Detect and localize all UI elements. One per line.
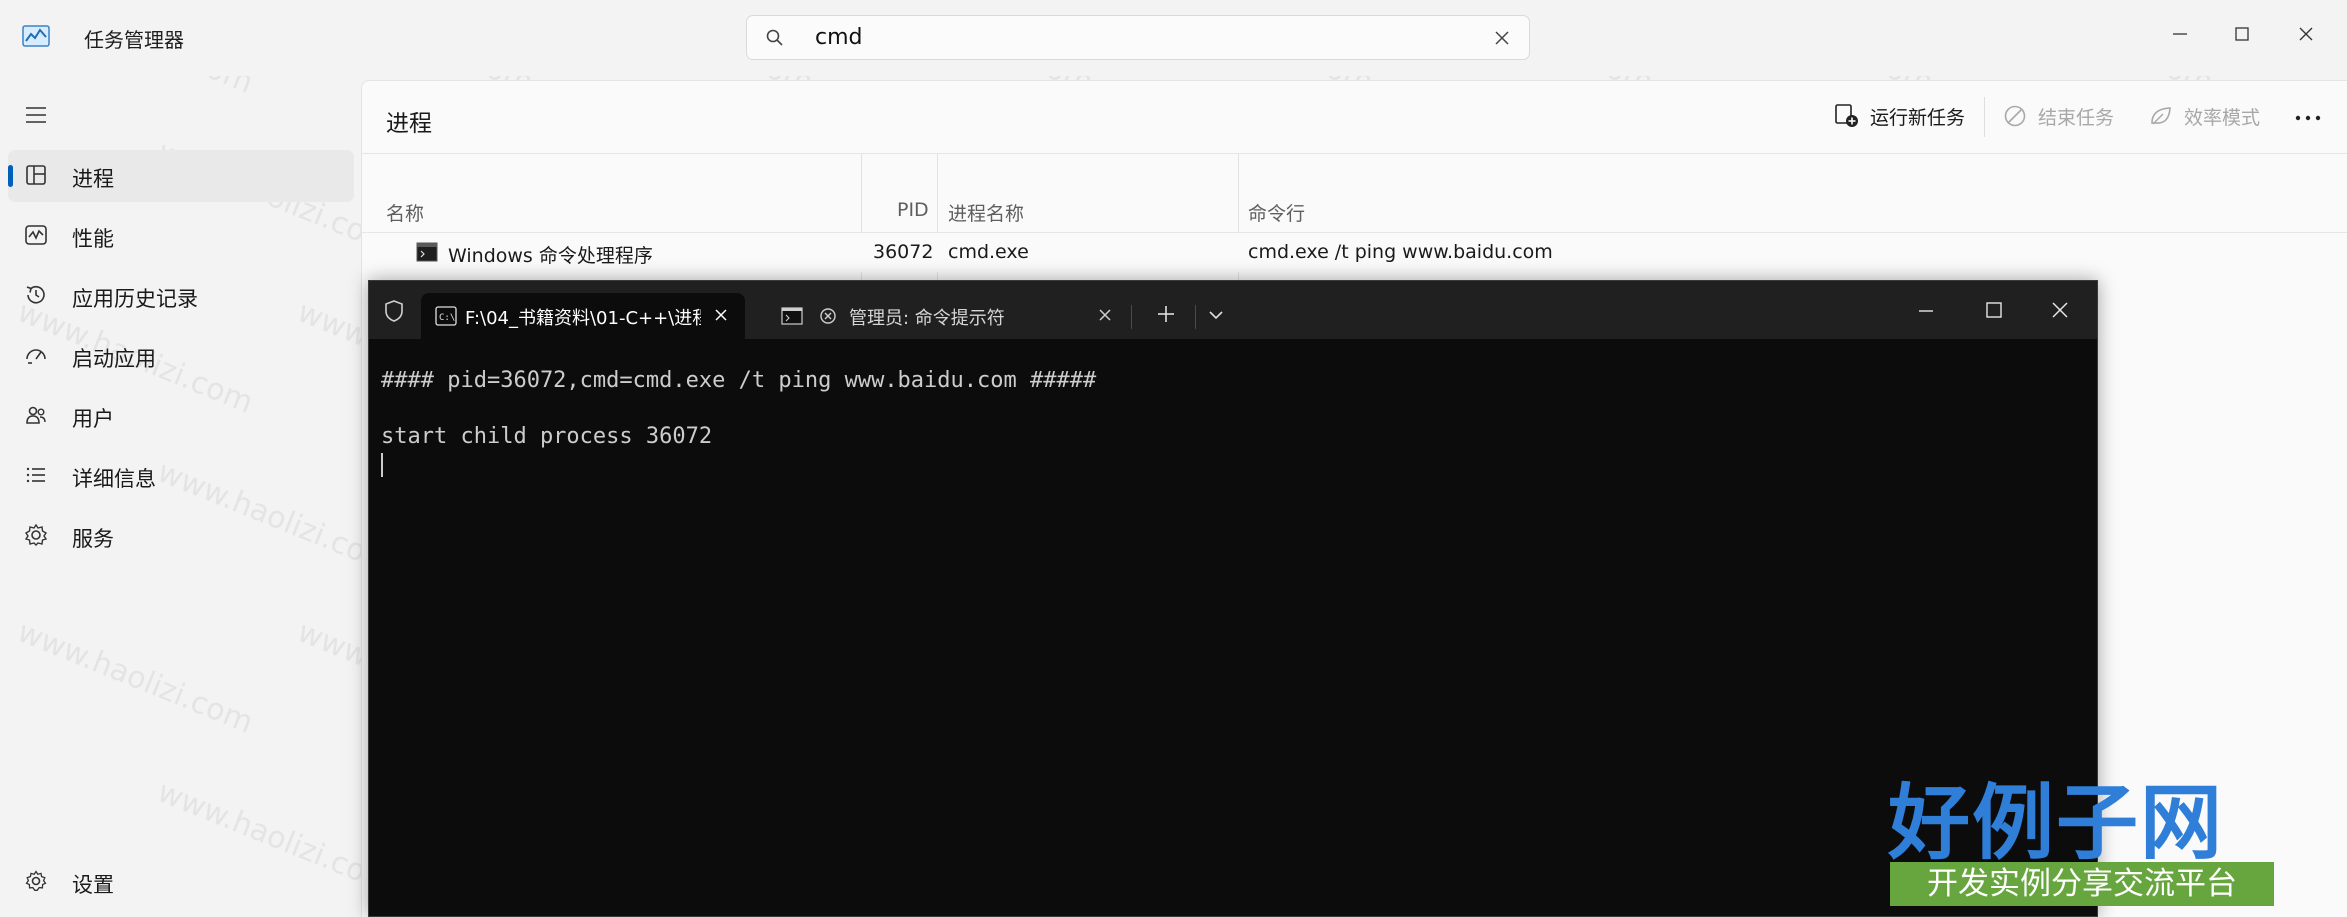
sidebar-item-startup-apps[interactable]: 启动应用 [8,330,354,382]
terminal-minimize-button[interactable] [1915,301,1937,321]
details-icon [24,463,48,487]
sidebar-item-performance[interactable]: 性能 [8,210,354,262]
title-bar: 任务管理器 cmd [0,0,2347,76]
end-task-label: 结束任务 [2038,107,2115,129]
page-title: 进程 [386,111,432,137]
command-line-cell: cmd.exe /t ping www.baidu.com [1248,241,1553,263]
cmd-prompt-icon: C:\ [435,306,457,326]
efficiency-mode-label: 效率模式 [2184,107,2261,129]
app-title: 任务管理器 [84,28,184,52]
table-row[interactable]: Windows 命令处理程序 36072 cmd.exe cmd.exe /t … [362,232,2347,272]
bell-off-icon [819,307,837,325]
run-new-task-icon [1834,103,1860,129]
terminal-tab-active[interactable]: C:\ F:\04_书籍资料\01-C++\进程管 [421,293,745,339]
text-cursor [381,453,383,477]
maximize-button[interactable] [2220,12,2264,56]
tab-bar-divider [1131,305,1132,329]
column-header-pid[interactable]: PID [897,199,929,221]
terminal-line: start child process 36072 [381,424,713,449]
console-app-icon [416,242,438,262]
minimize-button[interactable] [2158,12,2202,56]
efficiency-mode-button[interactable]: 效率模式 [2148,98,2276,134]
terminal-window[interactable]: C:\ F:\04_书籍资料\01-C++\进程管 管理员: 命令提示符 [368,280,2098,917]
column-header-process-name[interactable]: 进程名称 [948,199,1024,226]
sidebar-item-app-history[interactable]: 应用历史记录 [8,270,354,322]
active-indicator [8,165,13,187]
users-icon [24,403,48,427]
sidebar-item-services[interactable]: 服务 [8,510,354,562]
column-header-name[interactable]: 名称 [386,199,424,226]
column-header-command-line[interactable]: 命令行 [1248,199,1305,226]
admin-shield-icon [383,299,405,323]
search-input[interactable]: cmd [815,25,863,50]
sidebar-item-processes[interactable]: 进程 [8,150,354,202]
watermark-brand-slogan: 开发实例分享交流平台 [1890,862,2274,906]
task-manager-app-icon [22,24,50,48]
settings-label: 设置 [72,873,114,897]
sidebar-item-settings[interactable]: 设置 [8,856,354,908]
sidebar-item-label: 详细信息 [72,467,156,491]
app-history-icon [24,283,48,307]
search-icon [765,28,785,48]
terminal-tab-title: F:\04_书籍资料\01-C++\进程管 [465,308,701,329]
end-task-icon [2002,103,2028,129]
sidebar-item-details[interactable]: 详细信息 [8,450,354,502]
sidebar-item-users[interactable]: 用户 [8,390,354,442]
terminal-tab-bar: C:\ F:\04_书籍资料\01-C++\进程管 管理员: 命令提示符 [369,281,2097,339]
terminal-close-button[interactable] [2049,299,2071,321]
watermark-text: www.haolizi.com [12,614,258,741]
chevron-down-icon[interactable] [1207,307,1225,323]
run-new-task-button[interactable]: 运行新任务 [1834,98,1980,134]
startup-apps-icon [24,343,48,367]
navigation-menu-button[interactable] [20,98,60,132]
console-icon [781,307,803,325]
close-tab-icon[interactable] [1097,307,1113,323]
settings-gear-icon [24,869,48,893]
terminal-tab-admin[interactable]: 管理员: 命令提示符 [781,293,1101,339]
watermark-brand-logo: 好例子网 [1888,775,2225,871]
toolbar-divider [1984,97,1985,137]
terminal-line: #### pid=36072,cmd=cmd.exe /t ping www.b… [381,368,1097,393]
sidebar-item-label: 应用历史记录 [72,287,198,311]
services-icon [24,523,48,547]
new-tab-plus-icon[interactable] [1155,303,1177,325]
sidebar-item-label: 性能 [72,227,114,251]
close-button[interactable] [2284,12,2328,56]
clear-search-icon[interactable] [1493,29,1511,47]
search-box[interactable]: cmd [746,15,1530,60]
svg-text:C:\: C:\ [439,313,455,323]
processes-icon [24,163,48,187]
header-divider [362,153,2347,154]
image-name-cell: cmd.exe [948,241,1029,263]
terminal-maximize-button[interactable] [1983,299,2005,321]
process-name-cell: Windows 命令处理程序 [448,245,653,267]
sidebar-item-label: 启动应用 [72,347,156,371]
performance-icon [24,223,48,247]
terminal-output[interactable]: #### pid=36072,cmd=cmd.exe /t ping www.b… [381,367,1096,477]
tab-bar-divider [1195,305,1196,329]
efficiency-leaf-icon [2148,103,2174,129]
sidebar-item-label: 用户 [72,407,114,431]
sidebar-item-label: 进程 [72,167,114,191]
terminal-tab-title: 管理员: 命令提示符 [849,308,1005,329]
run-new-task-label: 运行新任务 [1870,107,1966,129]
end-task-button[interactable]: 结束任务 [2002,98,2124,134]
sidebar-item-label: 服务 [72,527,114,551]
more-options-button[interactable] [2290,104,2326,132]
close-tab-icon[interactable] [713,307,729,323]
pid-cell: 36072 [873,241,934,263]
